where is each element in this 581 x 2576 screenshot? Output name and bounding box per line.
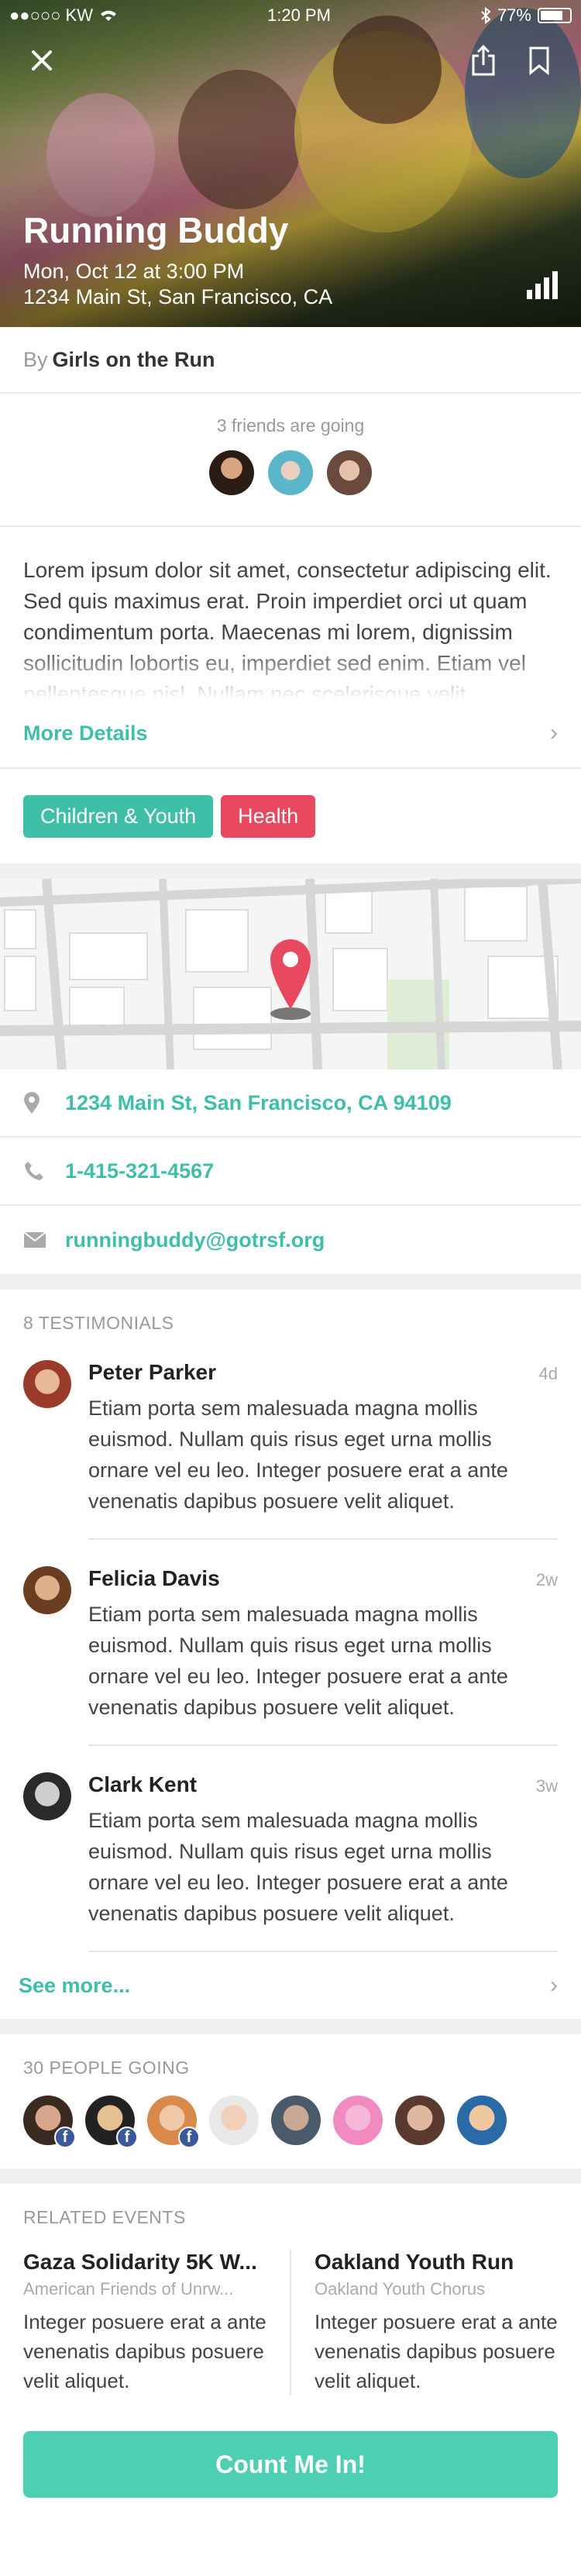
testimonial-item: Peter Parker 4d Etiam porta sem malesuad… [0, 1334, 581, 1540]
location-icon [24, 1092, 40, 1114]
share-icon [472, 45, 495, 76]
avatar[interactable] [23, 1772, 71, 1820]
contact-address-row[interactable]: 1234 Main St, San Francisco, CA 94109 [0, 1069, 581, 1138]
related-events-label: RELATED EVENTS [23, 2207, 186, 2227]
event-title: Running Buddy [23, 210, 289, 250]
contact-address[interactable]: 1234 Main St, San Francisco, CA 94109 [65, 1091, 452, 1115]
avatar[interactable] [327, 450, 372, 495]
more-details-link[interactable]: More Details [23, 721, 148, 746]
contact-phone[interactable]: 1-415-321-4567 [65, 1159, 214, 1183]
phone-icon [25, 1162, 43, 1180]
bar-chart-icon[interactable] [527, 271, 558, 299]
chevron-right-icon: › [550, 1972, 558, 1998]
avatar[interactable] [23, 1566, 71, 1614]
avatar[interactable] [209, 2096, 259, 2145]
avatar[interactable]: f [23, 2096, 76, 2148]
category-tags: Children & Youth Health [0, 769, 581, 863]
testimonial-text: Etiam porta sem malesuada magna mollis e… [88, 1396, 508, 1513]
related-event-title: Oakland Youth Run [315, 2250, 514, 2274]
related-event-org: Oakland Youth Chorus [315, 2279, 486, 2299]
carrier-signal: ●●○○○ KW [9, 5, 93, 25]
testimonial-time: 4d [538, 1364, 558, 1383]
contact-phone-row[interactable]: 1-415-321-4567 [0, 1138, 581, 1206]
related-events-section: RELATED EVENTS Gaza Solidarity 5K W... A… [0, 2184, 581, 2422]
testimonial-time: 2w [535, 1570, 558, 1589]
avatar[interactable] [23, 1360, 71, 1408]
testimonial-author[interactable]: Clark Kent [88, 1772, 197, 1797]
event-address: 1234 Main St, San Francisco, CA [23, 285, 333, 308]
friends-going-label: 3 friends are going [216, 415, 365, 436]
testimonial-text: Etiam porta sem malesuada magna mollis e… [88, 1603, 508, 1719]
related-event-title: Gaza Solidarity 5K W... [23, 2250, 257, 2274]
status-time: 1:20 PM [267, 5, 331, 25]
event-datetime: Mon, Oct 12 at 3:00 PM [23, 260, 245, 283]
testimonial-author[interactable]: Peter Parker [88, 1360, 216, 1385]
battery-percent: 77% [497, 5, 531, 25]
share-button[interactable] [465, 42, 502, 79]
email-icon [23, 1231, 46, 1248]
organizer-prefix: By [23, 347, 48, 371]
facebook-icon: f [54, 2127, 76, 2148]
map-pin-icon [270, 939, 311, 1020]
people-going-section: 30 PEOPLE GOING f f f [0, 2034, 581, 2168]
testimonial-time: 3w [535, 1776, 558, 1796]
facebook-icon: f [116, 2127, 138, 2148]
testimonial-text: Etiam porta sem malesuada magna mollis e… [88, 1809, 508, 1925]
testimonials-section: 8 TESTIMONIALS Peter Parker 4d Etiam por… [0, 1290, 581, 2019]
testimonial-item: Felicia Davis 2w Etiam porta sem malesua… [0, 1540, 581, 1746]
related-event-org: American Friends of Unrw... [23, 2279, 234, 2299]
contact-email[interactable]: runningbuddy@gotrsf.org [65, 1228, 325, 1252]
more-details-row[interactable]: More Details › [0, 699, 581, 769]
facebook-icon: f [178, 2127, 200, 2148]
people-going-count: 30 PEOPLE GOING [23, 2058, 190, 2078]
avatar[interactable]: f [85, 2096, 138, 2148]
status-bar: ●●○○○ KW 1:20 PM 77% [0, 0, 581, 31]
avatar[interactable] [268, 450, 313, 495]
related-event-card[interactable]: Oakland Youth Run Oakland Youth Chorus I… [290, 2250, 581, 2395]
bluetooth-icon [481, 7, 491, 24]
related-event-text: Integer posuere erat a ante venenatis da… [23, 2310, 266, 2392]
testimonials-count: 8 TESTIMONIALS [23, 1313, 174, 1333]
see-more-link[interactable]: See more... [19, 1974, 130, 1998]
count-me-in-button[interactable]: Count Me In! [23, 2431, 558, 2498]
close-icon [32, 50, 52, 71]
see-more-testimonials[interactable]: See more... › [0, 1952, 581, 2019]
tag-health[interactable]: Health [221, 794, 316, 838]
avatar[interactable] [457, 2096, 507, 2145]
related-event-card[interactable]: Gaza Solidarity 5K W... American Friends… [0, 2250, 290, 2395]
tag-children-youth[interactable]: Children & Youth [23, 794, 214, 838]
testimonial-item: Clark Kent 3w Etiam porta sem malesuada … [0, 1746, 581, 1952]
contact-email-row[interactable]: runningbuddy@gotrsf.org [0, 1206, 581, 1274]
testimonial-author[interactable]: Felicia Davis [88, 1566, 220, 1591]
location-map[interactable] [0, 879, 581, 1069]
avatar[interactable] [271, 2096, 321, 2145]
avatar[interactable] [333, 2096, 383, 2145]
organizer-name[interactable]: Girls on the Run [53, 348, 215, 372]
friends-going: 3 friends are going [0, 394, 581, 527]
avatar[interactable] [209, 450, 254, 495]
avatar[interactable] [395, 2096, 445, 2145]
event-hero: ●●○○○ KW 1:20 PM 77% Running Buddy Mon, … [0, 0, 581, 327]
related-event-text: Integer posuere erat a ante venenatis da… [315, 2310, 558, 2392]
bookmark-icon [529, 46, 549, 75]
chevron-right-icon: › [550, 720, 558, 746]
bookmark-button[interactable] [521, 42, 558, 79]
close-button[interactable] [23, 42, 60, 79]
battery-icon [537, 8, 572, 23]
event-description: Lorem ipsum dolor sit amet, consectetur … [0, 527, 581, 699]
wifi-icon [101, 10, 116, 21]
organizer-row[interactable]: By Girls on the Run [0, 327, 581, 394]
avatar[interactable]: f [147, 2096, 200, 2148]
